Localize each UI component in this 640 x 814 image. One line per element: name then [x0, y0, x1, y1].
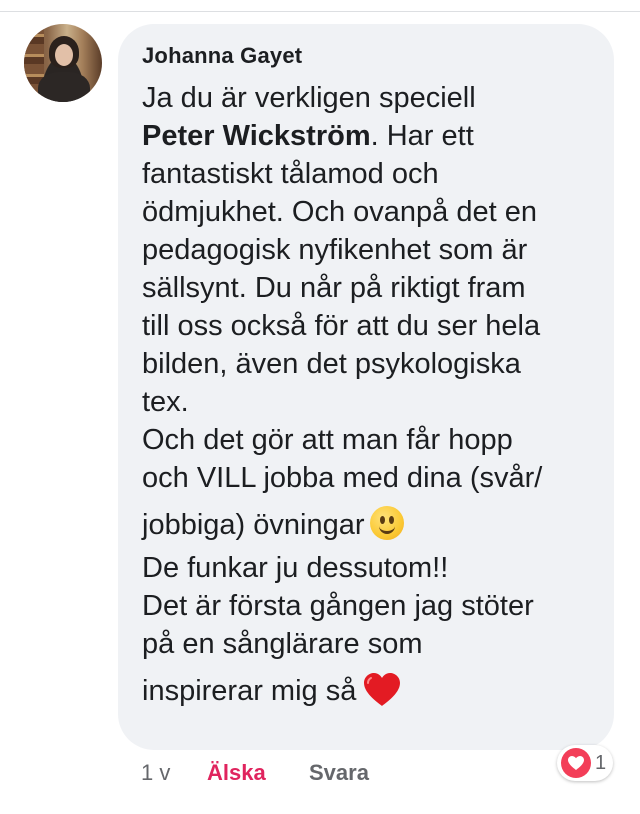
comment-line: Ja du är verkligen speciell [142, 82, 476, 114]
top-divider [0, 11, 640, 12]
comment-line: fantastiskt tålamod och [142, 158, 439, 190]
reaction-summary[interactable]: 1 [557, 745, 613, 781]
comment-author[interactable]: Johanna Gayet [142, 43, 302, 69]
comment-line: ödmjukhet. Och ovanpå det en [142, 196, 537, 228]
comment-line: jobbiga) övningar [142, 497, 598, 549]
reaction-count: 1 [595, 751, 607, 774]
comment-line: och VILL jobba med dina (svår/ [142, 462, 543, 494]
comment-line: bilden, även det psykologiska [142, 348, 521, 380]
comment-line: sällsynt. Du når på riktigt fram [142, 272, 526, 304]
avatar[interactable] [24, 24, 102, 102]
love-button[interactable]: Älska [207, 759, 309, 787]
mention-link[interactable]: Peter Wickström [142, 120, 371, 152]
reply-button[interactable]: Svara [309, 759, 369, 787]
avatar-body [38, 72, 90, 102]
comment-text: jobbiga) övningar [142, 509, 365, 541]
comment-line: tex. [142, 386, 189, 418]
comment-line: till oss också för att du ser hela [142, 310, 541, 342]
comment-line: på en sånglärare som [142, 628, 423, 660]
comment-text: . Har ett [370, 120, 474, 152]
love-reaction-icon [561, 748, 591, 778]
comment-text: inspirerar mig så [142, 675, 357, 707]
slightly-smiling-face-emoji [370, 506, 405, 540]
comment-line: De funkar ju dessutom!! [142, 552, 449, 584]
comment-line: Och det gör att man får hopp [142, 424, 513, 456]
comment-body: Ja du är verkligen speciell Peter Wickst… [142, 79, 598, 715]
comment-line: pedagogisk nyfikenhet som är [142, 234, 528, 266]
comment-line: Peter Wickström. Har ett [142, 117, 598, 155]
avatar-face [55, 44, 73, 66]
comment-line: inspirerar mig så [142, 663, 598, 715]
red-heart-emoji [364, 673, 401, 706]
comment-timestamp[interactable]: 1 v [141, 759, 207, 787]
comment-line: Det är första gången jag stöter [142, 590, 534, 622]
comment-actions: 1 v Älska Svara [141, 759, 369, 787]
